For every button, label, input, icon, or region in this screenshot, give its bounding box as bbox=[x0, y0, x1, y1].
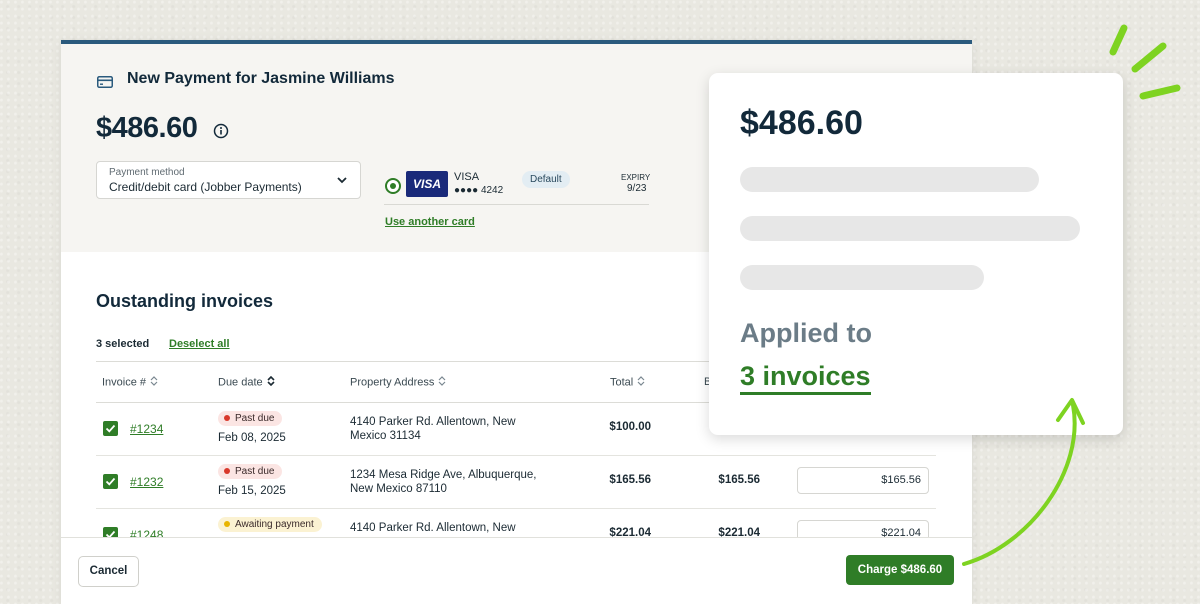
curved-arrow-icon bbox=[962, 398, 1085, 566]
decorative-overlay bbox=[962, 24, 1181, 566]
sparkle-icon bbox=[1109, 24, 1181, 100]
